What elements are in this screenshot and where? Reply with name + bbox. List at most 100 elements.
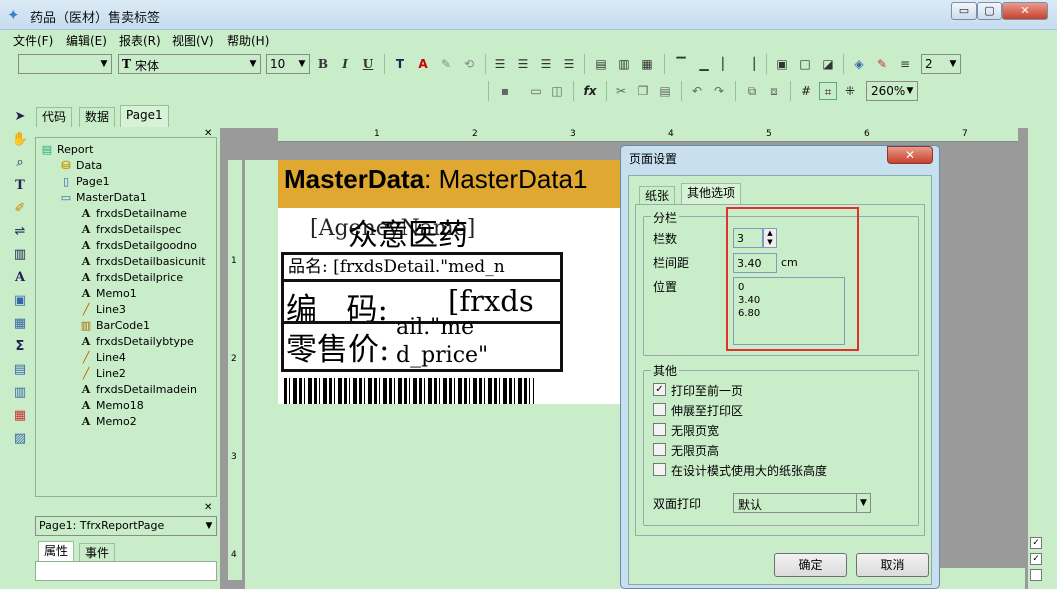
frame-all-icon[interactable]: ▣ [773,55,791,73]
table-tool-icon[interactable]: ▤ [7,359,33,381]
option-checkbox[interactable] [653,423,666,436]
rotate-text-icon[interactable]: ⟲ [460,55,478,73]
menu-report[interactable]: 报表(R) [119,32,161,49]
tree-item[interactable]: ╱ Line4 [79,350,126,366]
valign-middle-icon[interactable]: ▥ [615,55,633,73]
ungroup-icon[interactable]: ⧈ [765,82,783,100]
option-checkbox[interactable]: ✓ [653,383,666,396]
tab-properties[interactable]: 属性 [38,541,75,561]
checkbox[interactable] [1030,569,1042,581]
menu-help[interactable]: 帮助(H) [227,32,269,49]
dialog-close-button[interactable]: ✕ [887,146,933,164]
font-name-combo[interactable]: T 宋体 ▼ [118,54,261,74]
tree-item[interactable]: AfrxdsDetailmadein [79,382,197,398]
masterdata-band-header[interactable]: MasterData: MasterData1 [278,160,623,208]
picture-tool-icon[interactable]: ▣ [7,290,33,312]
font-size-combo[interactable]: 10 ▼ [266,54,310,74]
tree-item[interactable]: AfrxdsDetailspec [79,222,182,238]
align-grid-icon[interactable]: ⁜ [841,82,859,100]
frame-bottom-icon[interactable]: ▁ [695,55,713,73]
chart-tool-icon[interactable]: ▥ [7,382,33,404]
pointer-icon[interactable]: ➤ [7,106,33,128]
tree-item[interactable]: AfrxdsDetailgoodno [79,238,197,254]
tree-item[interactable]: A Memo18 [79,398,144,414]
price-field[interactable]: ail."me d_price" [396,314,561,370]
text-tool-icon[interactable]: T [7,175,33,197]
tab-events[interactable]: 事件 [79,543,116,563]
memo-tool-icon[interactable]: A [7,267,33,289]
open-icon[interactable]: ◫ [548,82,566,100]
function-icon[interactable]: fx [581,82,599,100]
bold-button[interactable]: B [314,55,332,73]
agency-field-memo[interactable]: [AgencyName] [310,216,475,241]
checkbox[interactable]: ✓ [1030,553,1042,565]
tree-item[interactable]: AfrxdsDetailbasicunit [79,254,206,270]
font-settings-icon[interactable]: T [391,55,409,73]
more-tools-icon[interactable]: ▨ [7,428,33,450]
menu-file[interactable]: 文件(F) [13,32,53,49]
font-color-icon[interactable]: A [414,55,432,73]
fit-grid-icon[interactable]: ⌗ [819,82,837,100]
duplex-select[interactable]: 默认 ▼ [733,493,871,513]
underline-button[interactable]: U [359,55,377,73]
vertical-scrollbar[interactable] [1028,128,1057,589]
band-tool-icon[interactable]: ⇌ [7,221,33,243]
cut-icon[interactable]: ✂ [612,82,630,100]
tree-item[interactable]: ▥ BarCode1 [79,318,150,334]
grid-icon[interactable]: # [797,82,815,100]
align-right-icon[interactable]: ☰ [537,55,555,73]
price-label[interactable]: 零售价: [286,324,389,369]
tree-item[interactable]: AfrxdsDetailybtype [79,334,194,350]
option-checkbox[interactable] [653,443,666,456]
option-checkbox[interactable] [653,403,666,416]
line-color-icon[interactable]: ✎ [873,55,891,73]
ok-button[interactable]: 确定 [774,553,847,577]
subreport-tool-icon[interactable]: ▦ [7,313,33,335]
save-icon[interactable]: ▪ [496,82,514,100]
barcode[interactable] [284,378,534,404]
object-inspector-combo[interactable]: Page1: TfrxReportPage ▼ [35,516,217,536]
tab-other-options[interactable]: 其他选项 [681,183,742,205]
tree-item[interactable]: ▭ MasterData1 [59,190,147,206]
tree-item[interactable]: ╱ Line3 [79,302,126,318]
frame-right-icon[interactable]: ▕ [741,55,759,73]
tab-data[interactable]: 数据 [79,107,116,127]
cancel-button[interactable]: 取消 [856,553,929,577]
frame-left-icon[interactable]: ▏ [718,55,736,73]
tab-paper[interactable]: 纸张 [639,186,676,205]
format-painter-icon[interactable]: ✐ [7,198,33,220]
tree-item[interactable]: AfrxdsDetailname [79,206,187,222]
product-name-memo[interactable]: 品名: [frxdsDetail."med_n [281,252,563,282]
zoom-tool-icon[interactable]: ⌕ [7,152,33,174]
undo-icon[interactable]: ↶ [688,82,706,100]
tab-code[interactable]: 代码 [36,107,73,127]
line-width-combo[interactable]: 2 ▼ [921,54,961,74]
tree-item[interactable]: ▤ Report [40,142,94,158]
code-field[interactable]: [frxds [448,284,560,318]
tree-item[interactable]: A Memo2 [79,414,137,430]
valign-bottom-icon[interactable]: ▦ [638,55,656,73]
tree-item[interactable]: ╱ Line2 [79,366,126,382]
align-justify-icon[interactable]: ☰ [560,55,578,73]
frame-top-icon[interactable]: ▔ [672,55,690,73]
tree-item[interactable]: AfrxdsDetailprice [79,270,183,286]
shadow-icon[interactable]: ◪ [819,55,837,73]
redo-icon[interactable]: ↷ [710,82,728,100]
frame-none-icon[interactable]: □ [796,55,814,73]
sum-tool-icon[interactable]: Σ [7,336,33,358]
valign-top-icon[interactable]: ▤ [592,55,610,73]
tree-item[interactable]: ▯ Page1 [59,174,110,190]
close-button[interactable]: ✕ [1002,2,1048,20]
align-center-icon[interactable]: ☰ [514,55,532,73]
highlight-icon[interactable]: ✎ [437,55,455,73]
barcode-tool-icon[interactable]: ▥ [7,244,33,266]
copy-icon[interactable]: ❐ [634,82,652,100]
tree-item[interactable]: A Memo1 [79,286,137,302]
close-icon[interactable]: ✕ [204,502,212,513]
minimize-button[interactable]: ▭ [951,2,977,20]
preview-icon[interactable]: ▭ [527,82,545,100]
menu-edit[interactable]: 编辑(E) [66,32,107,49]
menu-view[interactable]: 视图(V) [172,32,214,49]
group-icon[interactable]: ⧉ [743,82,761,100]
fill-color-icon[interactable]: ◈ [850,55,868,73]
